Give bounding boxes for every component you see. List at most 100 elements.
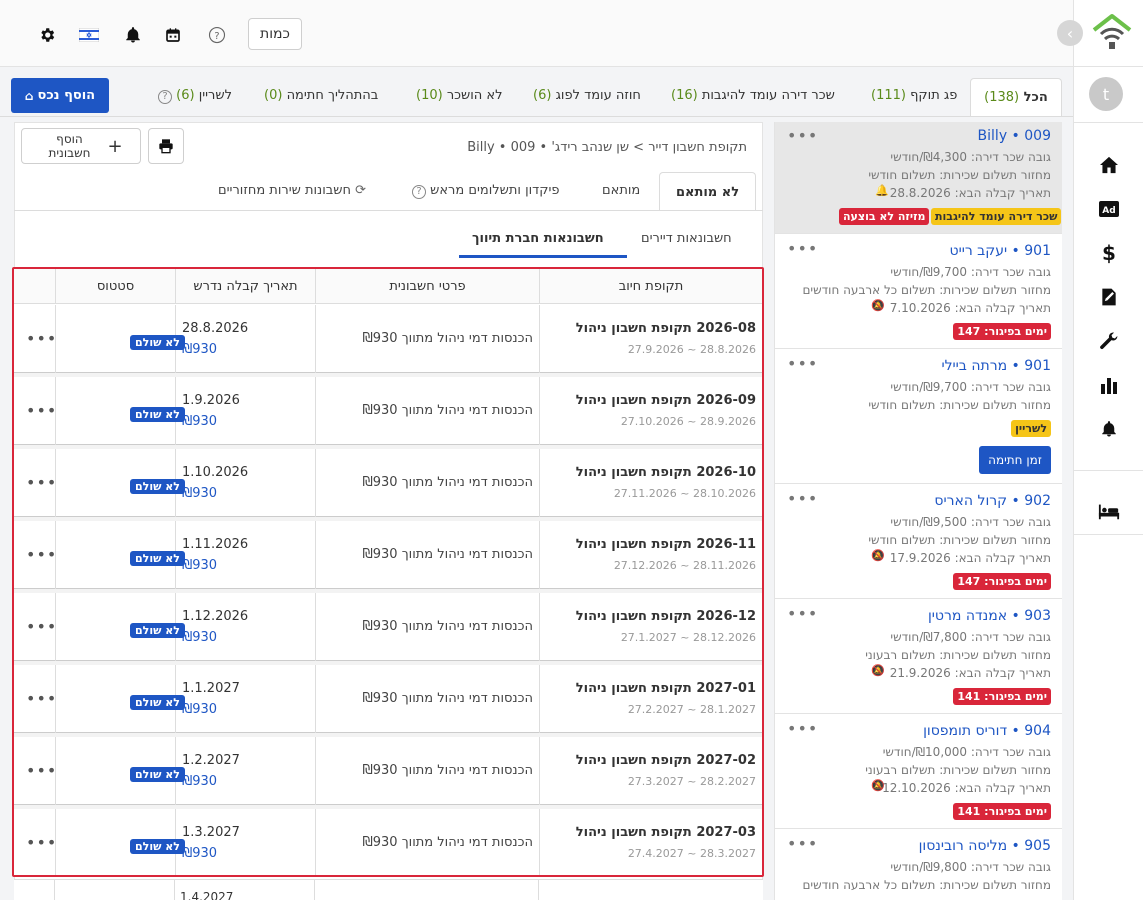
tab-not-rented[interactable]: (10) לא הושכר — [416, 88, 503, 103]
tab-agency-accounting[interactable]: חשבונאות חברת תיווך — [472, 231, 604, 246]
amount-link[interactable]: ₪930 — [182, 702, 217, 717]
tab-all[interactable]: (138) הכל — [970, 78, 1062, 116]
contract-edit-icon[interactable] — [1098, 286, 1120, 308]
list-item[interactable]: ••• 902 • קרול האריס גובה שכר דירה: ₪9,5… — [775, 485, 1062, 599]
more-icon[interactable]: ••• — [787, 239, 818, 258]
tab-reserve[interactable]: ? (6) לשריין — [158, 88, 232, 104]
signing-time-button[interactable]: זמן חתימה — [979, 446, 1051, 474]
actions-cell: ••• — [14, 809, 57, 875]
more-icon[interactable]: ••• — [787, 489, 818, 508]
more-icon[interactable]: ••• — [787, 604, 818, 623]
amount-link[interactable]: ₪930 — [182, 558, 217, 573]
table-row[interactable]: 1.4.2027 — [14, 879, 763, 900]
tab-recurring-service-accounts[interactable]: חשבונות שירות מחזוריים ⟳ — [218, 183, 366, 198]
table-row[interactable]: ••• לא שולם 1.1.2027 ₪930 הכנסות דמי ניהול מ… — [14, 665, 762, 733]
more-icon[interactable]: ••• — [26, 473, 57, 492]
avatar[interactable]: t — [1089, 77, 1123, 111]
amount-link[interactable]: ₪930 — [182, 630, 217, 645]
period-title[interactable]: 2026-10 תקופת חשבון ניהול — [576, 465, 756, 480]
bar-chart-icon[interactable] — [1098, 374, 1120, 396]
table-row[interactable]: ••• לא שולם 1.9.2026 ₪930 הכנסות דמי ניהול מ… — [14, 377, 762, 445]
bell-icon[interactable]: 🔔 — [875, 184, 889, 197]
bell-off-icon[interactable]: 🔕 — [871, 299, 885, 312]
period-title[interactable]: 2026-08 תקופת חשבון ניהול — [576, 321, 756, 336]
period-title[interactable]: 2027-01 תקופת חשבון ניהול — [576, 681, 756, 696]
flag-israel-icon[interactable] — [78, 24, 100, 46]
amount-link[interactable]: ₪930 — [182, 414, 217, 429]
bell-icon[interactable] — [1098, 418, 1120, 440]
status-badge: ימים בפיגור: 147 — [953, 323, 1051, 340]
period-title[interactable]: 2026-09 תקופת חשבון ניהול — [576, 393, 756, 408]
amount-link[interactable]: ₪930 — [182, 486, 217, 501]
period-cell: 2026-09 תקופת חשבון ניהול 28.9.2026 ~ 27.… — [540, 377, 762, 445]
tab-signing-process[interactable]: (0) בהתהליך חתימה — [264, 88, 378, 103]
collapse-sidebar-button[interactable]: ‹ — [1057, 20, 1083, 46]
tab-expired[interactable]: (111) פג תוקף — [871, 88, 957, 103]
print-button[interactable] — [148, 128, 184, 164]
actions-cell: ••• — [14, 593, 56, 661]
period-title[interactable]: 2026-12 תקופת חשבון ניהול — [576, 609, 756, 624]
bell-off-icon[interactable]: 🔕 — [871, 549, 885, 562]
table-row[interactable]: ••• לא שולם 1.11.2026 ₪930 הכנסות דמי ניהול … — [14, 521, 762, 589]
period-cell: 2026-10 תקופת חשבון ניהול 28.10.2026 ~ 27… — [540, 449, 762, 517]
more-icon[interactable]: ••• — [26, 329, 57, 348]
tab-deposits-prepayments[interactable]: ? פיקדון ותשלומים מראש — [412, 183, 560, 199]
dollar-icon[interactable]: $ — [1098, 241, 1120, 265]
more-icon[interactable]: ••• — [787, 834, 818, 853]
currency-button[interactable]: כמות — [248, 18, 302, 50]
top-bar: ? כמות — [0, 0, 1073, 67]
help-icon: ? — [412, 185, 426, 199]
more-icon[interactable]: ••• — [26, 545, 57, 564]
table-row[interactable]: ••• לא שולם 1.2.2027 ₪930 הכנסות דמי ניהול מ… — [14, 737, 762, 805]
help-icon: ? — [158, 90, 172, 104]
tab-tenant-accounting[interactable]: חשבונאות דיירים — [641, 231, 732, 246]
more-icon[interactable]: ••• — [26, 833, 57, 852]
more-icon[interactable]: ••• — [26, 689, 57, 708]
table-row[interactable]: ••• לא שולם 1.12.2026 ₪930 הכנסות דמי ניהול … — [14, 593, 762, 661]
more-icon[interactable]: ••• — [26, 617, 57, 636]
more-icon[interactable]: ••• — [26, 401, 57, 420]
period-title[interactable]: 2027-03 תקופת חשבון ניהול — [576, 825, 756, 840]
right-sidebar: t Ad $ — [1073, 0, 1143, 900]
tab-rent-due[interactable]: (16) שכר דירה עומד להיגבות — [671, 88, 835, 103]
amount-link[interactable]: ₪930 — [182, 846, 217, 861]
list-item[interactable]: ••• 903 • אמנדה מרטין גובה שכר דירה: ₪7,… — [775, 600, 1062, 714]
add-invoice-button[interactable]: הוסף חשבונית + — [21, 128, 141, 164]
home-icon[interactable] — [1098, 154, 1120, 176]
ad-icon[interactable]: Ad — [1098, 198, 1120, 220]
period-range: 28.3.2027 ~ 27.4.2027 — [627, 847, 756, 860]
more-icon[interactable]: ••• — [787, 126, 818, 145]
table-row[interactable]: ••• לא שולם 28.8.2026 ₪930 הכנסות דמי ניהול … — [14, 305, 762, 373]
bell-off-icon[interactable]: 🔕 — [871, 664, 885, 677]
invoice-detail: הכנסות דמי ניהול מתווך ₪930 — [362, 763, 533, 778]
bed-icon[interactable] — [1098, 500, 1120, 522]
more-icon[interactable]: ••• — [26, 761, 57, 780]
period-title[interactable]: 2027-02 תקופת חשבון ניהול — [576, 753, 756, 768]
more-icon[interactable]: ••• — [787, 719, 818, 738]
list-item[interactable]: ••• Billy • 009 גובה שכר דירה: ₪4,300/חו… — [775, 122, 1062, 234]
help-icon[interactable]: ? — [206, 24, 228, 46]
calendar-icon[interactable] — [162, 24, 184, 46]
more-icon[interactable]: ••• — [787, 354, 818, 373]
period-title[interactable]: 2026-11 תקופת חשבון ניהול — [576, 537, 756, 552]
app-logo[interactable] — [1092, 12, 1132, 52]
amount-link[interactable]: ₪930 — [182, 342, 217, 357]
bell-icon[interactable] — [122, 24, 144, 46]
tab-contract-expiring[interactable]: (6) חוזה עומד לפוג — [533, 88, 641, 103]
gear-icon[interactable] — [36, 24, 58, 46]
list-item[interactable]: ••• 904 • דוריס תומפסון גובה שכר דירה: ₪… — [775, 715, 1062, 829]
table-row[interactable]: ••• לא שולם 1.3.2027 ₪930 הכנסות דמי ניהול מ… — [14, 809, 762, 875]
amount-link[interactable]: ₪930 — [182, 774, 217, 789]
list-item[interactable]: ••• 901 • יעקב רייט גובה שכר דירה: ₪9,70… — [775, 235, 1062, 349]
column-header-period: תקופת חיוב — [540, 269, 762, 304]
list-item[interactable]: ••• 905 • מליסה רובינסון גובה שכר דירה: … — [775, 830, 1062, 900]
wrench-icon[interactable] — [1098, 330, 1120, 352]
details-cell: הכנסות דמי ניהול מתווך ₪930 — [316, 305, 540, 373]
tab-unmatched[interactable]: לא מותאם — [659, 172, 756, 211]
table-row[interactable]: ••• לא שולם 1.10.2026 ₪930 הכנסות דמי ניהול … — [14, 449, 762, 517]
add-property-button[interactable]: ⌂ הוסף נכס — [11, 78, 109, 113]
bell-off-icon[interactable]: 🔕 — [871, 779, 885, 792]
details-cell: הכנסות דמי ניהול מתווך ₪930 — [316, 809, 540, 875]
list-item[interactable]: ••• 901 • מרתה ביילי גובה שכר דירה: ₪9,7… — [775, 350, 1062, 484]
tab-matched[interactable]: מותאם — [602, 183, 640, 198]
